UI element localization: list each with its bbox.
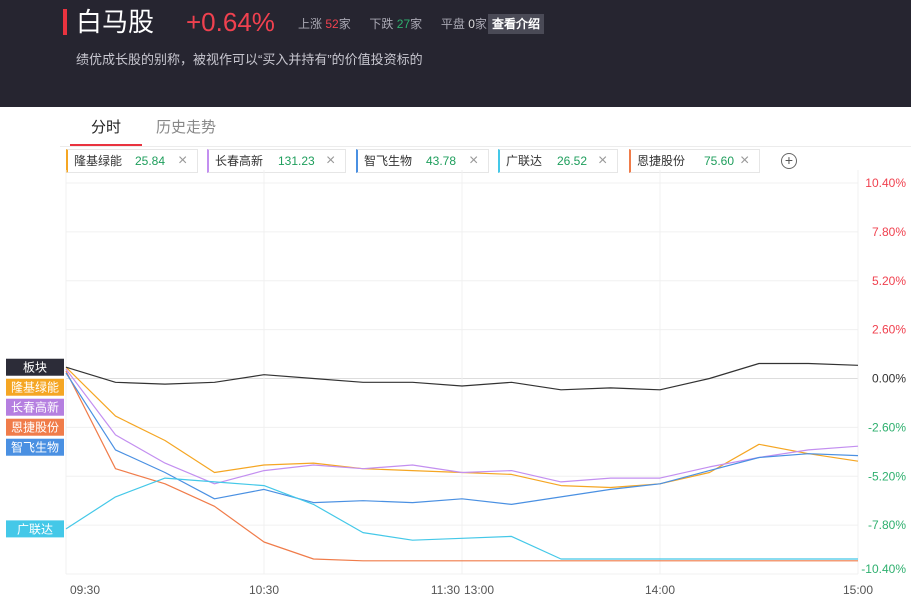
up-unit: 家 [338, 17, 351, 31]
y-tick-label: 7.80% [872, 225, 906, 239]
add-compare-icon[interactable]: + [781, 153, 797, 169]
intraday-chart: 10.40% 7.80% 5.20% 2.60% 0.00% -2.60% -5.20% -7… [6, 170, 906, 597]
y-tick-label: -10.40% [861, 562, 906, 576]
x-tick-label: 09:30 [70, 583, 100, 597]
breadth-stats: 上涨 52家 下跌 27家 平盘 0家 [298, 16, 487, 32]
y-tick-label: -7.80% [868, 518, 906, 532]
down-label: 下跌 [369, 17, 394, 31]
header-bar: 白马股 +0.64% 上涨 52家 下跌 27家 平盘 0家 查看介绍 绩优成长… [0, 0, 911, 107]
close-icon[interactable]: × [598, 150, 607, 172]
chip-price: 25.84 [135, 154, 166, 168]
close-icon[interactable]: × [740, 150, 749, 172]
x-tick-label: 14:00 [645, 583, 675, 597]
x-tick-label: 10:30 [249, 583, 279, 597]
y-tick-label: -5.20% [868, 469, 906, 483]
y-tick-label: 0.00% [872, 372, 906, 386]
down-count: 27 [396, 17, 411, 31]
change-percent: +0.64% [186, 7, 275, 37]
sector-description: 绩优成长股的别称，被视作可以“买入并持有”的价值投资标的 [76, 52, 423, 67]
close-icon[interactable]: × [178, 150, 187, 172]
y-tick-label: -2.60% [868, 420, 906, 434]
series-tag-label: 长春高新 [11, 400, 59, 415]
series-tag-label: 板块 [23, 361, 47, 375]
chip-name: 长春高新 [215, 154, 264, 168]
flat-label: 平盘 [440, 17, 465, 31]
close-icon[interactable]: × [326, 150, 335, 172]
tabs-divider [60, 146, 911, 147]
chip-price: 43.78 [426, 154, 457, 168]
chip-name: 隆基绿能 [74, 154, 123, 168]
tab-history[interactable]: 历史走势 [156, 114, 216, 146]
title-accent-bar [63, 9, 67, 35]
intro-button[interactable]: 查看介绍 [488, 14, 545, 34]
y-tick-label: 10.40% [865, 176, 906, 190]
chip-name: 智飞生物 [364, 154, 413, 168]
y-tick-label: 2.60% [872, 323, 906, 337]
series-tag-label: 隆基绿能 [11, 380, 59, 395]
chip-price: 131.23 [278, 154, 315, 168]
x-tick-label: 11:30 [431, 583, 460, 597]
x-tick-label: 13:00 [464, 583, 494, 597]
chip-name: 广联达 [506, 154, 543, 168]
y-tick-label: 5.20% [872, 274, 906, 288]
chip-price: 75.60 [704, 154, 735, 168]
tab-intraday[interactable]: 分时 [70, 114, 142, 146]
page-title: 白马股 [76, 7, 155, 37]
x-tick-label: 15:00 [843, 583, 873, 597]
chip-price: 26.52 [557, 154, 588, 168]
series-tag-label: 恩捷股份 [11, 421, 59, 435]
up-count: 52 [325, 17, 339, 31]
flat-unit: 家 [474, 17, 487, 31]
series-tag-label: 广联达 [17, 522, 53, 536]
down-unit: 家 [410, 17, 423, 31]
flat-count: 0 [468, 17, 475, 31]
series-tag-label: 智飞生物 [11, 440, 59, 455]
close-icon[interactable]: × [469, 150, 478, 172]
up-label: 上涨 [298, 17, 323, 31]
chip-name: 恩捷股份 [637, 154, 686, 168]
